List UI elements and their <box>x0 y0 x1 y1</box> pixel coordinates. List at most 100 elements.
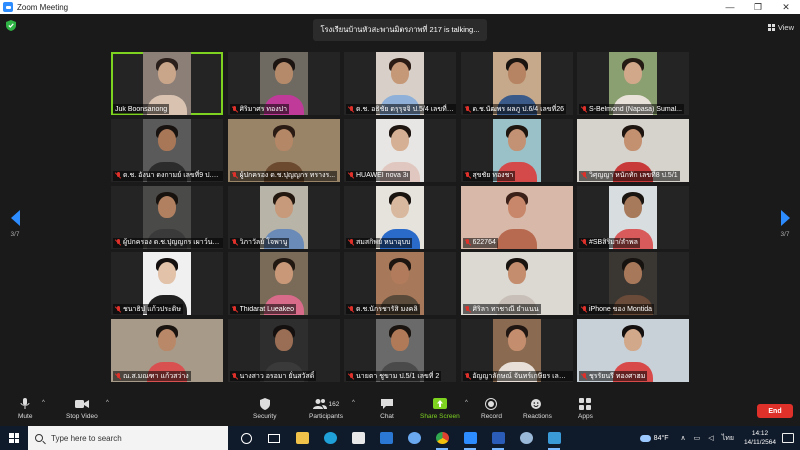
participant-tile[interactable]: ณ.ส.มณฑา แก้วสว่าง <box>111 319 223 382</box>
participant-tile[interactable]: Thidarat Lueakeo <box>227 252 340 316</box>
weather-widget[interactable]: 84°F <box>639 434 669 442</box>
file-explorer-button[interactable] <box>288 426 316 450</box>
participant-name-bar: #SBสิริมา/ลำพล <box>579 237 640 248</box>
muted-microphone-icon <box>232 239 238 246</box>
share-screen-button[interactable]: Share Screen <box>420 398 460 420</box>
window-controls: — ❐ ✕ <box>716 0 800 14</box>
participants-caret-icon[interactable]: ^ <box>352 400 355 406</box>
start-button[interactable] <box>0 426 28 450</box>
video-camera-icon <box>74 400 89 408</box>
muted-microphone-icon <box>115 372 121 380</box>
tray-chevron-icon[interactable]: ∧ <box>681 434 686 442</box>
participant-face <box>158 195 176 218</box>
participant-name: ศิริมาศร ทองปา <box>239 105 288 113</box>
mail-button[interactable] <box>372 426 400 450</box>
clock-time: 14:12 <box>751 430 769 437</box>
participant-name: ศิริลา ทาชาณี ยำแนน <box>472 305 539 313</box>
participant-tile[interactable]: นางสาว อรอมา ยั่นสวัสดิ์ <box>227 319 340 382</box>
chrome-button[interactable] <box>428 426 456 450</box>
participants-button[interactable]: 162 Participants <box>309 398 343 420</box>
network-icon[interactable]: ▭ <box>694 434 701 442</box>
encryption-shield-icon[interactable] <box>6 20 16 31</box>
participant-tile[interactable]: S-Belmond (Napasa) Sumal... <box>577 52 689 115</box>
volume-icon[interactable]: ◁ <box>708 434 713 442</box>
participant-tile[interactable]: iPhone ของ Montida <box>577 252 689 316</box>
participant-tile[interactable]: ผู้ปกครอง ด.ช.ปุญญกร ทรางร... <box>227 118 340 182</box>
participant-tile[interactable]: สุขชัย ทองชา <box>460 118 573 182</box>
participant-tile[interactable]: วิภาวัลย์ โจพานู <box>227 185 340 249</box>
end-meeting-button[interactable]: End <box>757 404 793 418</box>
participant-tile[interactable]: HUAWEI nova 3i <box>344 118 456 182</box>
participant-name: สุขชัย ทองชา <box>472 172 514 180</box>
close-button[interactable]: ✕ <box>772 0 800 14</box>
participant-tile[interactable]: ชนาธิป แก้วประดิษ <box>111 252 223 316</box>
chat-button[interactable]: Chat <box>380 398 394 420</box>
minimize-button[interactable]: — <box>716 0 744 14</box>
previous-page-button[interactable]: 3/7 <box>5 210 25 246</box>
photos-button[interactable] <box>540 426 568 450</box>
input-language[interactable]: ไทย <box>722 433 734 444</box>
meeting-toolbar: Mute ^ Stop Video ^ Security 162 Partici… <box>0 394 800 426</box>
task-view-button[interactable] <box>260 426 288 450</box>
participant-name: HUAWEI nova 3i <box>356 172 409 180</box>
zoom-taskbar-button[interactable] <box>456 426 484 450</box>
share-options-caret-icon[interactable]: ^ <box>465 400 468 406</box>
participant-face <box>274 195 293 218</box>
participant-tile[interactable]: #SBสิริมา/ลำพล <box>577 185 689 249</box>
mail-icon <box>379 432 393 444</box>
audio-options-caret-icon[interactable]: ^ <box>42 400 45 406</box>
participant-name-bar: S-Belmond (Napasa) Sumal... <box>579 104 684 114</box>
participant-name-bar: 622764 <box>462 237 498 248</box>
cortana-button[interactable] <box>232 426 260 450</box>
participant-face <box>274 62 293 84</box>
participant-face <box>274 262 293 285</box>
reactions-button[interactable]: Reactions <box>523 398 552 420</box>
apps-button[interactable]: Apps <box>578 398 593 420</box>
mute-button[interactable]: Mute <box>18 398 32 420</box>
participant-tile[interactable]: ด.ช. อธิชัย ดรุรุจจิ ป.5/4 เลขที่15 <box>344 52 456 115</box>
participant-name-bar: ชนาธิป แก้วประดิษ <box>113 304 183 315</box>
system-tray: 84°F ∧ ▭ ◁ ไทย 14:12 14/11/2564 <box>639 426 800 450</box>
record-label: Record <box>481 413 502 420</box>
taskbar-search-box[interactable]: Type here to search <box>28 426 228 450</box>
muted-microphone-icon <box>581 172 587 179</box>
participant-tile[interactable]: วิศุญญา หนักทัก เลขที่8 ป.5/1 <box>577 118 689 182</box>
participant-tile[interactable]: ศิริมาศร ทองปา <box>227 52 340 115</box>
participant-face <box>624 195 642 218</box>
word-button[interactable] <box>484 426 512 450</box>
participant-tile[interactable]: ศิริลา ทาชาณี ยำแนน <box>460 252 573 316</box>
participant-tile[interactable]: ชุรรัยนรี ทองศาฮม <box>577 319 689 382</box>
record-button[interactable]: Record <box>481 398 502 420</box>
participant-tile[interactable]: นายตา ชูขาม ป.5/1 เลขที่ 2 <box>344 319 456 382</box>
chrome-icon <box>435 432 449 444</box>
edge-button[interactable] <box>316 426 344 450</box>
participant-tile[interactable]: ด.ช. อังนา ดงกามย์ เลขที่9 ป.6/1 <box>111 118 223 182</box>
participant-tile[interactable]: ด.ช.นักรชารัสิ มงคลิ <box>344 252 456 316</box>
participant-tile[interactable]: Juk Boonsanong <box>111 52 223 115</box>
stop-video-button[interactable]: Stop Video <box>66 398 98 420</box>
participant-tile[interactable]: อัญญาลักษณ์ จันทร์เกษียร เลขที่28 <box>460 319 573 382</box>
security-button[interactable]: Security <box>253 398 276 420</box>
taskbar-clock[interactable]: 14:12 14/11/2564 <box>744 429 776 447</box>
participant-tile[interactable]: สมสกิพย์ หนาอุบบ <box>344 185 456 249</box>
participant-face <box>158 329 176 351</box>
muted-microphone-icon <box>581 372 587 380</box>
next-page-button[interactable]: 3/7 <box>775 210 795 246</box>
participant-face <box>507 195 526 218</box>
video-options-caret-icon[interactable]: ^ <box>106 400 109 406</box>
muted-microphone-icon <box>465 172 471 179</box>
maximize-button[interactable]: ❐ <box>744 0 772 14</box>
paint-button[interactable] <box>512 426 540 450</box>
notifications-icon[interactable] <box>782 433 794 443</box>
browser-button[interactable] <box>400 426 428 450</box>
participant-tile[interactable]: ด.ช.นัฒพร ผลภู ป.6/4 เลขที่26 <box>460 52 573 115</box>
store-button[interactable] <box>344 426 372 450</box>
participants-icon <box>312 399 327 409</box>
participant-face <box>624 128 642 151</box>
window-title: Zoom Meeting <box>17 2 69 12</box>
participant-tile[interactable]: 622764 <box>460 185 573 249</box>
smiley-plus-icon <box>531 399 542 409</box>
participant-tile[interactable]: ผู้ปกครอง ด.ช.ปุญญกร เผาว์นาน <box>111 185 223 249</box>
participant-name: ณ.ส.มณฑา แก้วสว่าง <box>123 372 189 380</box>
view-button[interactable]: View <box>767 20 794 34</box>
